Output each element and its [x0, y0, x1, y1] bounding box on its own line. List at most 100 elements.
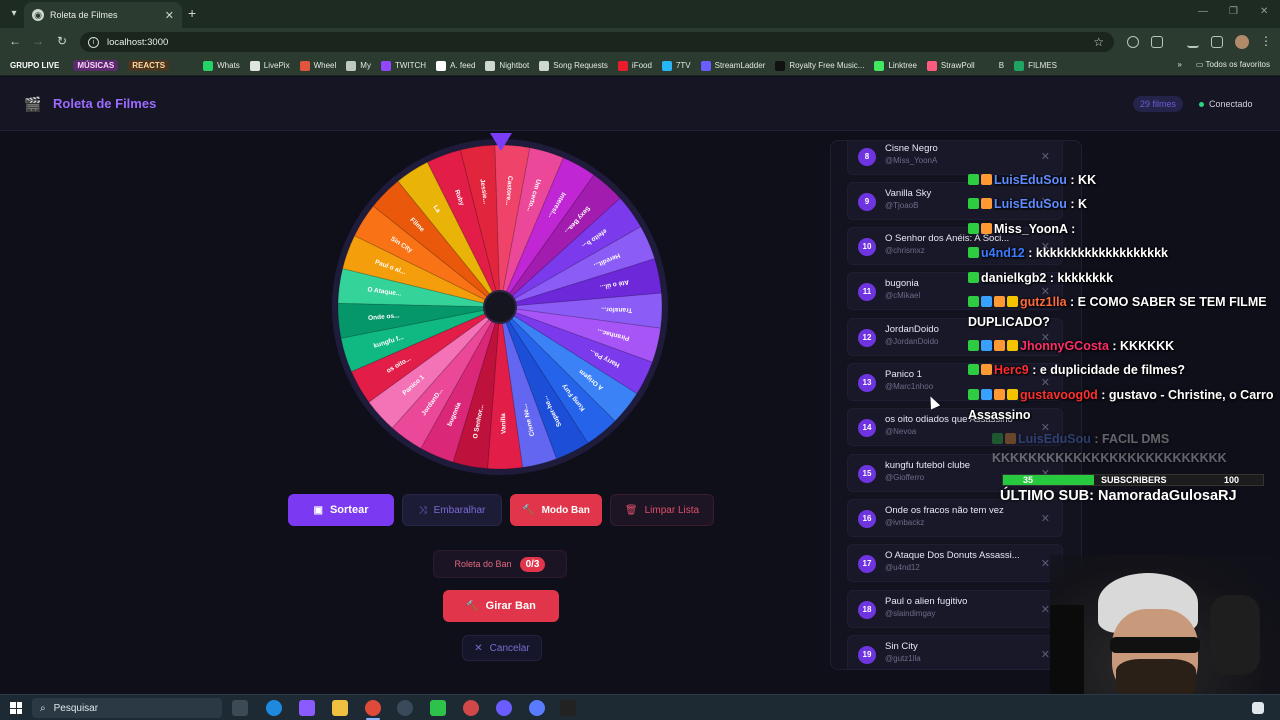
notification-icon[interactable]: [1252, 702, 1264, 714]
sub-goal: 100: [1223, 475, 1239, 485]
film-list-item[interactable]: 19 Sin City @gutz1lla ✕: [847, 635, 1063, 669]
sortear-button[interactable]: ▣ Sortear: [288, 494, 394, 526]
folder-icon: ▭: [1195, 60, 1204, 69]
film-list-item[interactable]: 16 Onde os fracos não tem vez @ivnbackz ✕: [847, 499, 1063, 537]
taskbar-search[interactable]: ⌕ Pesquisar: [32, 698, 222, 718]
chrome-icon[interactable]: [365, 700, 381, 716]
address-bar[interactable]: i localhost:3000 ☆: [80, 32, 1114, 52]
film-requester: @Marc1nhoo: [885, 382, 934, 391]
bookmarks-overflow-icon[interactable]: »: [1177, 60, 1181, 69]
chat-username: gustavoog0d: [1020, 388, 1098, 402]
chat-text: :: [1071, 222, 1076, 236]
whatsapp-icon: [203, 60, 214, 71]
bookmark-item[interactable]: Nightbot: [485, 60, 529, 71]
chat-message: KKKKKKKKKKKKKKKKKKKKKKKKKK: [992, 451, 1227, 465]
bookmark-item[interactable]: GRUPO LIVE: [6, 60, 64, 71]
chat-message: LuisEduSou : KK: [968, 173, 1096, 187]
browser-menu-icon[interactable]: ⋮: [1258, 34, 1274, 48]
film-list-item[interactable]: 8 Cisne Negro @Miss_YoonA ✕: [847, 141, 1063, 175]
bookmark-item[interactable]: Wheel: [299, 60, 336, 71]
tab-search-menu-icon[interactable]: ▾: [6, 6, 22, 22]
trash-icon: 🗑: [624, 504, 638, 516]
minimize-icon[interactable]: —: [1198, 6, 1208, 17]
bookmark-item[interactable]: iFood: [617, 60, 652, 71]
windows-taskbar: ⌕ Pesquisar: [0, 694, 1280, 720]
cancelar-button[interactable]: ✕ Cancelar: [462, 635, 542, 661]
bookmark-item[interactable]: Royalty Free Music...: [775, 60, 864, 71]
badge-icon: [981, 389, 992, 400]
bookmark-item[interactable]: MÚSICAS: [73, 60, 119, 71]
nightbot-icon: [485, 60, 496, 71]
site-info-icon[interactable]: i: [88, 36, 99, 48]
embaralhar-button[interactable]: ⤨ Embaralhar: [402, 494, 502, 526]
bookmark-item[interactable]: TWITCH: [380, 60, 426, 71]
film-list-item[interactable]: 18 Paul o alien fugitivo @slaindimgay ✕: [847, 590, 1063, 628]
film-title: Onde os fracos não tem vez: [885, 505, 1004, 516]
bookmark-item[interactable]: A. feed: [436, 60, 475, 71]
remove-film-icon[interactable]: ✕: [1041, 648, 1050, 661]
file-explorer-icon[interactable]: [332, 700, 348, 716]
film-requester: @ivnbackz: [885, 518, 925, 527]
app-green-icon[interactable]: [430, 700, 446, 716]
chat-message: JhonnyGCosta : KKKKKK: [968, 339, 1174, 353]
movie-wheel[interactable]: Jessie... Castore... Um certo... Interesl..…: [330, 137, 670, 477]
chat-badges: [968, 197, 994, 211]
badge-icon: [968, 247, 979, 258]
edge-icon[interactable]: [266, 700, 282, 716]
chat-badges: [968, 271, 981, 285]
remove-film-icon[interactable]: ✕: [1041, 557, 1050, 570]
bookmark-item[interactable]: Song Requests: [539, 60, 608, 71]
reload-icon[interactable]: ↻: [54, 34, 70, 48]
terminal-icon[interactable]: [560, 700, 576, 716]
girar-ban-button[interactable]: 🔨 Girar Ban: [443, 590, 559, 622]
ban-count-badge: 0/3: [519, 556, 546, 572]
bookmark-item[interactable]: Whats: [203, 60, 240, 71]
bookmark-item[interactable]: Linktree: [874, 60, 917, 71]
remove-film-icon[interactable]: ✕: [1041, 150, 1050, 163]
window-close-icon[interactable]: ✕: [1260, 6, 1268, 17]
bookmark-item[interactable]: StreamLadder: [700, 60, 765, 71]
bookmark-item[interactable]: LivePix: [249, 60, 290, 71]
film-requester: @chrismxz: [885, 246, 925, 255]
close-tab-icon[interactable]: ✕: [165, 9, 174, 22]
limpar-lista-button[interactable]: 🗑 Limpar Lista: [610, 494, 714, 526]
puzzle-extensions-icon[interactable]: [1151, 36, 1163, 48]
restore-icon[interactable]: ❐: [1229, 6, 1238, 17]
profile-avatar[interactable]: [1235, 35, 1249, 49]
back-icon[interactable]: ←: [7, 34, 23, 48]
remove-film-icon[interactable]: ✕: [1041, 603, 1050, 616]
windows-start-icon[interactable]: [10, 702, 22, 714]
task-view-icon[interactable]: [232, 700, 248, 716]
bookmark-star-icon[interactable]: ☆: [1093, 35, 1104, 49]
bookmark-item[interactable]: 7TV: [661, 60, 691, 71]
bookmark-item[interactable]: REACTS: [128, 60, 170, 71]
new-tab-icon[interactable]: +: [188, 5, 196, 21]
all-bookmarks-folder[interactable]: ▭ Todos os favoritos: [1196, 60, 1270, 69]
media-control-icon[interactable]: [1211, 36, 1223, 48]
extension-icon[interactable]: [1127, 36, 1139, 48]
bookmark-item[interactable]: FILMES: [1014, 60, 1057, 71]
app-red-icon[interactable]: [463, 700, 479, 716]
copilot-icon[interactable]: [299, 700, 315, 716]
remove-film-icon[interactable]: ✕: [1041, 512, 1050, 525]
feed-icon: [436, 60, 447, 71]
film-number: 18: [858, 601, 876, 619]
forward-icon[interactable]: →: [30, 34, 46, 48]
app-blue-icon[interactable]: [529, 700, 545, 716]
bookmark-item[interactable]: B: [984, 60, 1005, 71]
download-icon[interactable]: [1187, 36, 1199, 48]
chat-username: LuisEduSou: [1018, 432, 1091, 446]
browser-tab[interactable]: ◉ Roleta de Filmes ✕: [24, 2, 182, 28]
bookmark-item[interactable]: [179, 60, 193, 71]
film-requester: @slaindimgay: [885, 609, 936, 618]
film-list[interactable]: 8 Cisne Negro @Miss_YoonA ✕ 9 Vanilla Sky @Tjo…: [830, 140, 1082, 670]
bookmark-item[interactable]: My: [346, 60, 371, 71]
modo-ban-button[interactable]: 🔨 Modo Ban: [510, 494, 602, 526]
bookmark-label: B: [998, 61, 1005, 70]
film-list-item[interactable]: 17 O Ataque Dos Donuts Assassi... @u4nd12 ✕: [847, 544, 1063, 582]
film-requester: @u4nd12: [885, 563, 920, 572]
bookmark-item[interactable]: StrawPoll: [926, 60, 975, 71]
obs-icon[interactable]: [397, 700, 413, 716]
film-requester: @Miss_YoonA: [885, 156, 938, 165]
discord-icon[interactable]: [496, 700, 512, 716]
